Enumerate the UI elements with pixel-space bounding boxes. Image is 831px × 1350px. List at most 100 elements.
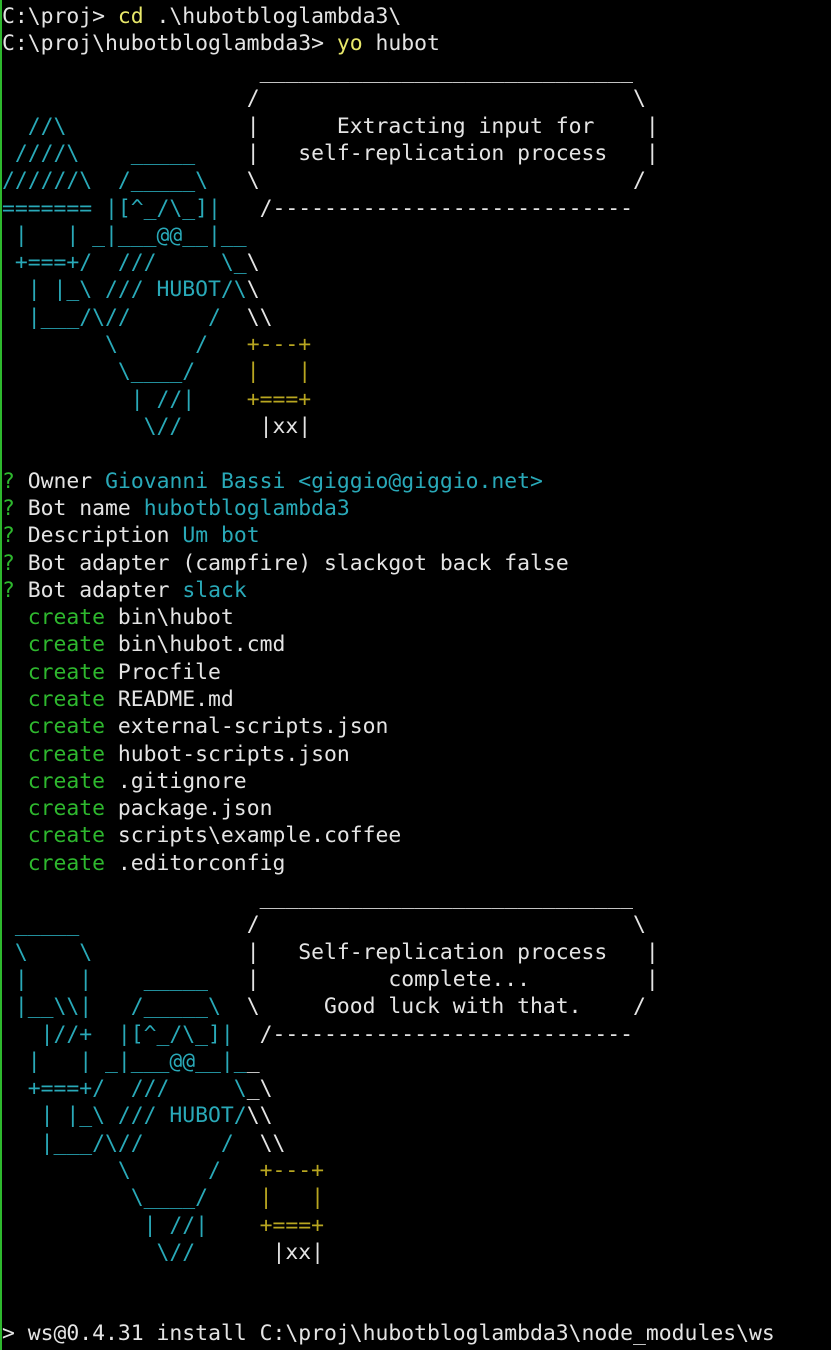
ascii-art-line: //\ | Extracting input for | [2, 113, 659, 140]
bubble-art: \ [246, 277, 260, 303]
robot-art: ======= |[^_/\_]| [2, 195, 247, 221]
robot-art: | | _|___@@__|_ [2, 1048, 247, 1074]
question-label: Owner [27, 469, 93, 494]
robot-art: //////\ /_____\ [2, 168, 247, 194]
created-file-line: create scripts\example.coffee [2, 822, 401, 849]
created-file-line: create Procfile [2, 659, 221, 686]
bubble-art: \\ [246, 1130, 286, 1156]
robot-art [2, 59, 247, 84]
ascii-art-line: |//+ |[^_/\_]| /------------------------… [2, 1021, 633, 1048]
question-line: ? Description Um bot [2, 522, 260, 549]
created-file-name: bin\hubot.cmd [117, 632, 286, 658]
robot-art: _____ [2, 912, 247, 938]
robot-art: +===+/ /// \_ [2, 250, 247, 276]
robot-art: |___/\// / [2, 1130, 247, 1156]
question-answer: hubotbloglambda3 [143, 496, 350, 521]
bubble-art: \ / [246, 168, 646, 194]
ascii-art-line: | | _|___@@__|__ [2, 1048, 260, 1075]
bubble-art: _ [246, 1048, 260, 1074]
ascii-art-line: _____ / \ [2, 911, 646, 938]
ascii-art-line: ////\ _____ | self-replication process | [2, 140, 659, 167]
bubble-art: _____________________________ [246, 885, 634, 910]
bubble-art: +===+ [246, 1212, 324, 1238]
ascii-art-line: \ / +---+ [2, 1157, 324, 1184]
command-args: .\hubotbloglambda3\ [143, 4, 402, 29]
robot-art: \ / [2, 1158, 247, 1183]
ascii-art-line: ======= |[^_/\_]| /---------------------… [2, 195, 633, 222]
question-mark: ? [2, 551, 15, 576]
created-file-name: hubot-scripts.json [117, 741, 350, 767]
command-name: yo [336, 31, 363, 56]
ascii-art-line: \____/ | | [2, 1184, 324, 1211]
create-verb: create [2, 850, 118, 876]
question-mark: ? [2, 578, 15, 603]
question-answer: (campfire) slackgot back false [182, 551, 569, 576]
created-file-line: create bin\hubot.cmd [2, 631, 286, 658]
create-verb: create [2, 632, 118, 658]
ascii-art-line: \// |xx| [2, 413, 311, 440]
question-line: ? Bot name hubotbloglambda3 [2, 495, 350, 522]
bubble-art: / \ [246, 86, 646, 112]
question-mark: ? [2, 469, 15, 494]
ascii-art-line: \// |xx| [2, 1239, 324, 1266]
robot-art [2, 86, 247, 111]
ascii-art-line: | |_\ /// HUBOT/\\ [2, 276, 260, 303]
ascii-art-line: _____________________________ [2, 58, 633, 85]
ascii-art-line: |___/\// / \\ [2, 1130, 286, 1157]
question-answer: slack [182, 578, 247, 603]
question-mark: ? [2, 496, 15, 521]
bubble-art: | | [246, 1185, 324, 1211]
ascii-art-line: | |_\ /// HUBOT/\\ [2, 1102, 273, 1129]
bubble-art: +---+ [246, 1158, 324, 1183]
question-line: ? Bot adapter (campfire) slackgot back f… [2, 550, 569, 577]
bubble-art: |xx| [246, 1239, 324, 1265]
created-file-name: README.md [117, 686, 234, 712]
question-label: Bot adapter [27, 578, 170, 603]
robot-art: \____/ [2, 359, 247, 385]
bubble-art: _____________________________ [246, 59, 634, 84]
ascii-art-line: | //| +===+ [2, 386, 311, 413]
bubble-art: \\ [246, 1103, 273, 1129]
bubble-art: | | [246, 359, 312, 385]
bubble-art: |xx| [246, 413, 312, 439]
created-file-name: .editorconfig [117, 850, 286, 876]
robot-art: | //| [2, 386, 247, 412]
ascii-art-line: +===+/ /// \_\ [2, 249, 260, 276]
robot-art: +===+/ /// \ [2, 1076, 247, 1102]
created-file-name: Procfile [117, 659, 221, 685]
robot-art: //\ [2, 113, 247, 139]
install-line: > ws@0.4.31 install C:\proj\hubotbloglam… [2, 1320, 775, 1347]
prompt-path: C:\proj> [2, 4, 118, 29]
robot-art: | | _____ [2, 966, 247, 992]
prompt-path: C:\proj\hubotbloglambda3> [2, 31, 337, 56]
robot-art [2, 885, 247, 910]
bubble-art: _\ [246, 1076, 273, 1102]
robot-art: \// [2, 413, 247, 439]
created-file-name: scripts\example.coffee [117, 823, 402, 849]
ascii-art-line: \ / +---+ [2, 331, 311, 358]
question-label: Bot name [27, 496, 131, 521]
bubble-art: +===+ [246, 386, 312, 412]
robot-art: ////\ _____ [2, 140, 247, 166]
robot-art: \____/ [2, 1185, 247, 1211]
created-file-line: create .editorconfig [2, 850, 286, 877]
question-answer: Um bot [182, 523, 260, 548]
ascii-art-line: +===+/ /// \_\ [2, 1075, 273, 1102]
bubble-art: \\ [246, 304, 273, 330]
bubble-art: / \ [246, 912, 646, 938]
robot-art: | //| [2, 1212, 247, 1238]
question-mark: ? [2, 523, 15, 548]
question-line: ? Owner Giovanni Bassi <giggio@giggio.ne… [2, 468, 543, 495]
create-verb: create [2, 605, 118, 630]
command-args: hubot [362, 31, 440, 56]
create-verb: create [2, 796, 118, 822]
bubble-art: \ [246, 250, 260, 276]
ascii-art-line: _____________________________ [2, 884, 633, 911]
create-verb: create [2, 659, 118, 685]
bubble-art: | Extracting input for | [246, 113, 659, 139]
created-file-name: bin\hubot [117, 605, 234, 630]
install-marker: > [2, 1321, 15, 1346]
robot-art: |___/\// / [2, 304, 247, 330]
robot-art: | | _|___@@__|__ [2, 222, 247, 248]
robot-art: |__\\| /_____\ [2, 994, 247, 1020]
